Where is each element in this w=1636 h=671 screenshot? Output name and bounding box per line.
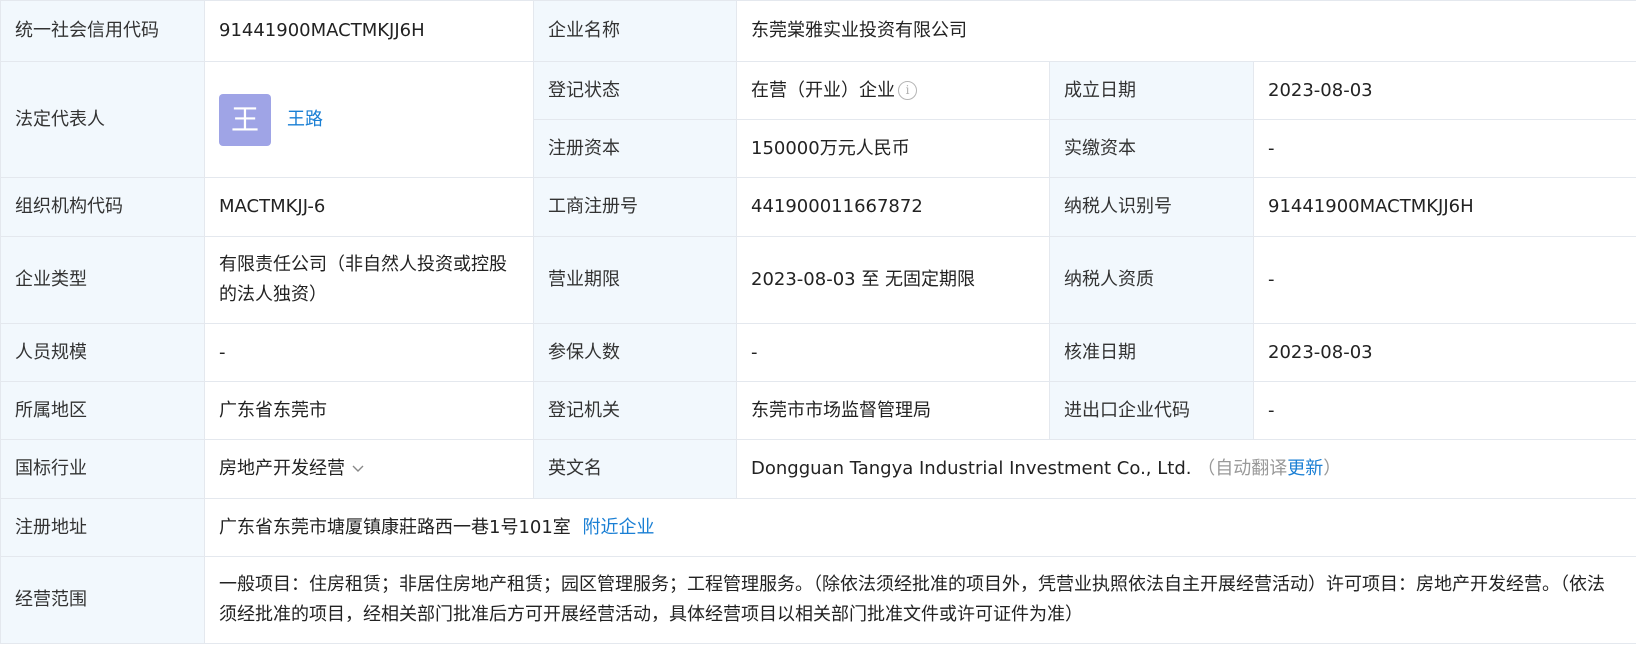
label-insured: 参保人数 — [533, 323, 737, 382]
value-staff-size: - — [204, 323, 534, 382]
nearby-companies-link[interactable]: 附近企业 — [583, 517, 655, 538]
english-name-text: Dongguan Tangya Industrial Investment Co… — [751, 458, 1192, 479]
legal-rep-link[interactable]: 王路 — [287, 105, 323, 135]
info-icon[interactable]: i — [898, 81, 917, 100]
value-biz-term: 2023-08-03 至 无固定期限 — [736, 236, 1050, 324]
address-text: 广东省东莞市塘厦镇康莊路西一巷1号101室 — [219, 516, 571, 538]
auto-translate-close: ） — [1323, 458, 1342, 479]
value-import-export: - — [1252, 381, 1636, 440]
label-staff-size: 人员规模 — [0, 323, 205, 382]
value-found-date: 2023-08-03 — [1252, 61, 1636, 120]
label-company-name: 企业名称 — [533, 0, 737, 62]
value-taxpayer-id: 91441900MACTMKJJ6H — [1252, 177, 1636, 237]
value-industry[interactable]: 房地产开发经营 — [204, 439, 534, 499]
value-paid-capital: - — [1252, 119, 1636, 178]
industry-text[interactable]: 房地产开发经营 — [219, 458, 345, 479]
value-company-name: 东莞棠雅实业投资有限公司 — [735, 0, 1636, 62]
row-company-type: 企业类型 有限责任公司（非自然人投资或控股的法人独资） 营业期限 2023-08… — [0, 236, 1636, 324]
value-reg-status: 在营（开业）企业 i — [736, 61, 1050, 120]
value-biz-reg-no: 441900011667872 — [736, 177, 1050, 237]
label-taxpayer-id: 纳税人识别号 — [1049, 177, 1254, 237]
label-org-code: 组织机构代码 — [0, 177, 205, 237]
company-info-table: 统一社会信用代码 91441900MACTMKJJ6H 企业名称 东莞棠雅实业投… — [0, 0, 1636, 644]
label-legal-rep: 法定代表人 — [0, 61, 205, 178]
chevron-down-icon[interactable] — [351, 462, 365, 476]
row-credit-code: 统一社会信用代码 91441900MACTMKJJ6H 企业名称 东莞棠雅实业投… — [0, 0, 1636, 62]
row-reg-address: 注册地址 广东省东莞市塘厦镇康莊路西一巷1号101室 附近企业 — [0, 498, 1636, 557]
label-biz-term: 营业期限 — [533, 236, 737, 324]
value-credit-code: 91441900MACTMKJJ6H — [204, 0, 534, 62]
label-credit-code: 统一社会信用代码 — [0, 0, 205, 62]
row-biz-scope: 经营范围 一般项目：住房租赁；非居住房地产租赁；园区管理服务；工程管理服务。（除… — [0, 556, 1636, 644]
label-reg-status: 登记状态 — [533, 61, 737, 120]
label-import-export: 进出口企业代码 — [1049, 381, 1254, 440]
label-approval-date: 核准日期 — [1049, 323, 1254, 382]
row-region: 所属地区 广东省东莞市 登记机关 东莞市市场监督管理局 进出口企业代码 - — [0, 381, 1636, 440]
row-industry: 国标行业 房地产开发经营 英文名 Dongguan Tangya Industr… — [0, 439, 1636, 499]
avatar[interactable]: 王 — [219, 93, 271, 146]
value-region: 广东省东莞市 — [204, 381, 534, 440]
value-reg-capital: 150000万元人民币 — [736, 119, 1050, 178]
label-found-date: 成立日期 — [1049, 61, 1254, 120]
value-english-name: Dongguan Tangya Industrial Investment Co… — [735, 439, 1636, 499]
value-company-type: 有限责任公司（非自然人投资或控股的法人独资） — [204, 236, 534, 324]
row-reg-status: 法定代表人 王 王路 登记状态 在营（开业）企业 i 成立日期 2023-08-0… — [0, 61, 1636, 178]
auto-translate-open: （自动翻译 — [1197, 458, 1288, 479]
label-region: 所属地区 — [0, 381, 205, 440]
value-reg-address: 广东省东莞市塘厦镇康莊路西一巷1号101室 附近企业 — [203, 498, 1636, 557]
value-biz-scope: 一般项目：住房租赁；非居住房地产租赁；园区管理服务；工程管理服务。（除依法须经批… — [203, 556, 1636, 644]
value-org-code: MACTMKJJ-6 — [204, 177, 534, 237]
value-reg-authority: 东莞市市场监督管理局 — [736, 381, 1050, 440]
value-taxpayer-qual: - — [1252, 236, 1636, 324]
row-staff: 人员规模 - 参保人数 - 核准日期 2023-08-03 — [0, 323, 1636, 382]
value-insured: - — [736, 323, 1050, 382]
label-biz-scope: 经营范围 — [0, 556, 205, 644]
label-paid-capital: 实缴资本 — [1049, 119, 1254, 178]
label-reg-address: 注册地址 — [0, 498, 205, 557]
label-company-type: 企业类型 — [0, 236, 205, 324]
label-biz-reg-no: 工商注册号 — [533, 177, 737, 237]
status-text: 在营（开业）企业 — [751, 79, 895, 101]
label-english-name: 英文名 — [533, 439, 737, 499]
label-industry: 国标行业 — [0, 439, 205, 499]
label-taxpayer-qual: 纳税人资质 — [1049, 236, 1254, 324]
value-legal-rep: 王 王路 — [204, 61, 534, 178]
value-approval-date: 2023-08-03 — [1252, 323, 1636, 382]
label-reg-capital: 注册资本 — [533, 119, 737, 178]
label-reg-authority: 登记机关 — [533, 381, 737, 440]
row-org-code: 组织机构代码 MACTMKJJ-6 工商注册号 441900011667872 … — [0, 177, 1636, 237]
update-link[interactable]: 更新 — [1287, 458, 1323, 479]
